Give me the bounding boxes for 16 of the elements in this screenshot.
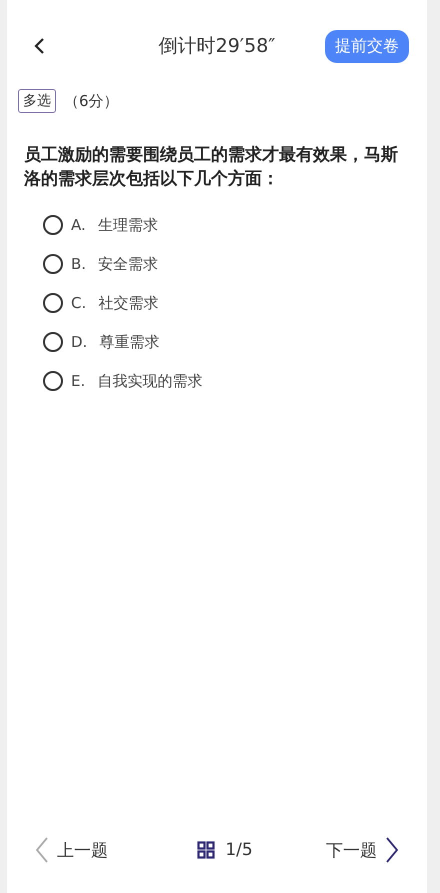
grid-icon[interactable] (197, 841, 216, 859)
answer-option[interactable]: D. 尊重需求 (43, 332, 427, 352)
countdown-title: 倒计时29′58″ (158, 34, 276, 59)
answer-option[interactable]: C. 社交需求 (43, 293, 427, 313)
answer-option[interactable]: B. 安全需求 (43, 254, 427, 274)
answer-option[interactable]: E. 自我实现的需求 (43, 371, 427, 391)
back-icon[interactable] (33, 37, 47, 55)
question-type-tag: 多选 (18, 89, 56, 113)
chevron-right-icon (384, 837, 399, 863)
progress-counter: 1/5 (225, 840, 253, 860)
submit-early-button[interactable]: 提前交卷 (324, 30, 409, 62)
score-label: （6分） (64, 92, 119, 110)
answer-option[interactable]: A. 生理需求 (43, 215, 427, 235)
question-text: 员工激励的需要围绕员工的需求才最有效果，马斯洛的需求层次包括以下几个方面： (24, 144, 399, 191)
chevron-left-icon (35, 837, 49, 863)
next-question-button[interactable]: 下一题 (326, 837, 399, 863)
